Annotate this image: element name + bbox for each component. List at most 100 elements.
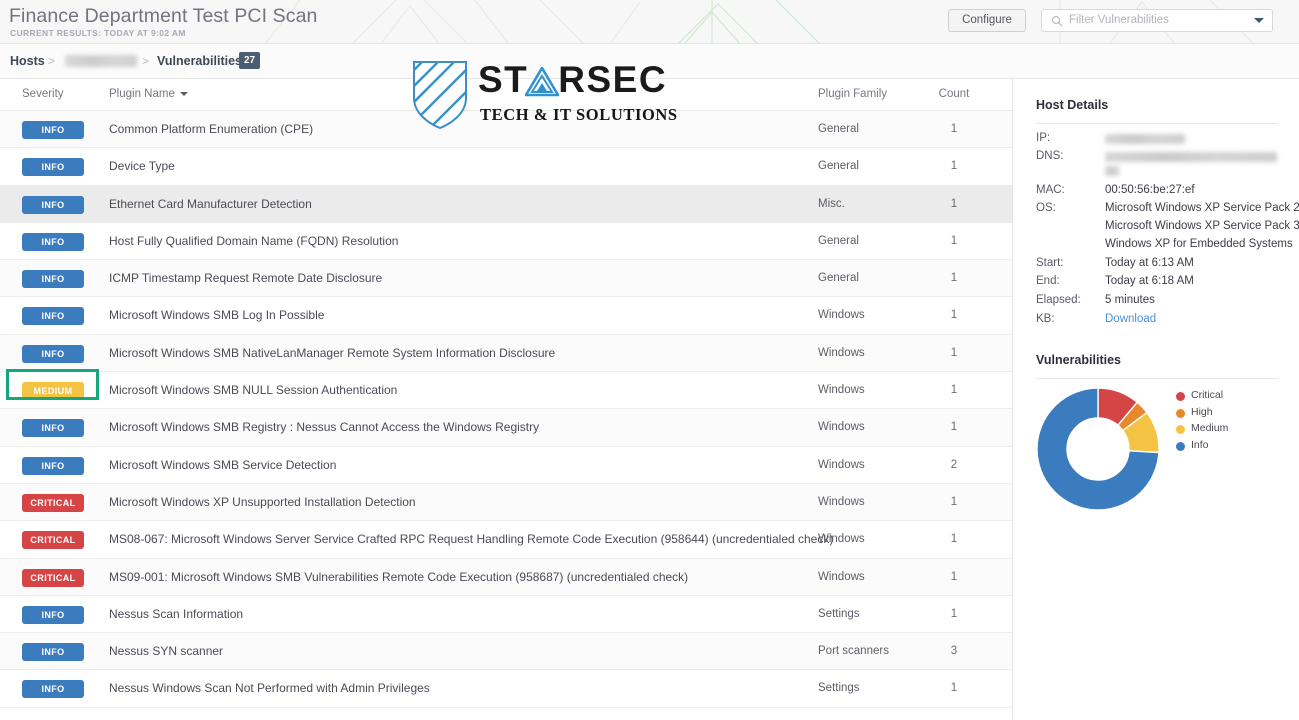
plugin-family-cell: Windows xyxy=(818,495,865,508)
column-header-count[interactable]: Count xyxy=(925,79,983,110)
plugin-family-cell: Windows xyxy=(818,533,865,546)
elapsed-value: 5 minutes xyxy=(1105,294,1155,306)
legend-label-info[interactable]: Info xyxy=(1191,439,1209,451)
plugin-name-cell[interactable]: Nessus Scan Information xyxy=(109,596,243,633)
table-row[interactable]: INFO Nessus SYN scanner Port scanners 3 xyxy=(0,633,1012,671)
count-cell: 1 xyxy=(950,682,958,695)
plugin-family-cell: Windows xyxy=(818,458,865,471)
count-cell: 1 xyxy=(950,272,958,285)
table-row[interactable]: INFO Nessus Windows Scan Not Performed wi… xyxy=(0,670,1012,708)
legend-label-critical[interactable]: Critical xyxy=(1191,389,1223,401)
table-row[interactable]: INFO ICMP Timestamp Request Remote Date D… xyxy=(0,260,1012,298)
legend-dot-medium xyxy=(1176,425,1185,434)
severity-badge-critical: CRITICAL xyxy=(22,531,84,550)
column-header-plugin-name[interactable]: Plugin Name xyxy=(109,79,188,110)
filter-vulnerabilities-input[interactable]: Filter Vulnerabilities xyxy=(1041,9,1273,32)
dns-label: DNS: xyxy=(1036,150,1064,162)
plugin-name-cell[interactable]: MS08-067: Microsoft Windows Server Servi… xyxy=(109,521,833,558)
severity-badge-info: INFO xyxy=(22,307,84,326)
plugin-name-cell[interactable]: Common Platform Enumeration (CPE) xyxy=(109,111,313,148)
table-row[interactable]: INFO Common Platform Enumeration (CPE) Gen… xyxy=(0,111,1012,149)
ip-label: IP: xyxy=(1036,132,1051,144)
plugin-name-cell[interactable]: Nessus SYN scanner xyxy=(109,633,223,670)
plugin-name-cell[interactable]: Microsoft Windows SMB Service Detection xyxy=(109,447,336,484)
table-row[interactable]: INFO Nessus Scan Information Settings 1 xyxy=(0,595,1012,634)
severity-badge-info: INFO xyxy=(22,456,84,475)
plugin-name-cell[interactable]: Microsoft Windows SMB Log In Possible xyxy=(109,297,324,334)
legend-dot-info xyxy=(1176,441,1185,451)
filter-placeholder-text: Filter Vulnerabilities xyxy=(1069,14,1169,26)
table-row[interactable]: INFO Host Fully Qualified Domain Name (FQ… xyxy=(0,222,1012,261)
vulnerabilities-panel-divider xyxy=(1036,378,1278,379)
severity-badge-info: INFO xyxy=(22,232,84,251)
dns-value-redacted-line2 xyxy=(1105,166,1119,176)
count-cell: 1 xyxy=(950,495,958,508)
table-row[interactable]: INFO Ethernet Card Manufacturer Detection… xyxy=(0,185,1012,223)
table-row[interactable]: INFO Microsoft Windows SMB Registry : Nes… xyxy=(0,409,1012,447)
severity-badge-info: INFO xyxy=(22,121,84,139)
plugin-family-cell: Windows xyxy=(818,309,865,322)
kb-download-link[interactable]: Download xyxy=(1105,313,1156,325)
table-row[interactable]: CRITICAL MS09-001: Microsoft Windows SMB … xyxy=(0,558,1012,596)
page-title: Finance Department Test PCI Scan xyxy=(9,5,318,27)
severity-badge-info: INFO xyxy=(22,419,84,438)
count-cell: 1 xyxy=(950,384,958,397)
table-row[interactable]: INFO Microsoft Windows SMB NativeLanManag… xyxy=(0,334,1012,373)
legend-label-medium[interactable]: Medium xyxy=(1191,422,1228,434)
breadcrumb-item-host-redacted[interactable] xyxy=(65,55,137,67)
plugin-family-cell: General xyxy=(818,160,859,173)
breadcrumb-separator-1: > xyxy=(48,54,56,68)
table-row[interactable]: CRITICAL MS08-067: Microsoft Windows Serv… xyxy=(0,521,1012,559)
severity-badge-critical: CRITICAL xyxy=(22,568,84,587)
end-label: End: xyxy=(1036,275,1060,287)
legend-label-high[interactable]: High xyxy=(1191,406,1213,418)
chevron-down-icon[interactable] xyxy=(1254,18,1264,23)
column-header-severity[interactable]: Severity xyxy=(22,79,64,110)
count-cell: 1 xyxy=(950,123,958,135)
table-row[interactable]: INFO Microsoft Windows SMB Service Detect… xyxy=(0,446,1012,484)
severity-badge-info: INFO xyxy=(22,344,84,363)
column-header-plugin-family[interactable]: Plugin Family xyxy=(818,79,887,110)
table-row[interactable]: INFO Microsoft Windows SMB Log In Possibl… xyxy=(0,297,1012,335)
plugin-family-cell: Settings xyxy=(818,607,860,620)
start-value: Today at 6:13 AM xyxy=(1105,257,1194,269)
plugin-name-cell[interactable]: Microsoft Windows SMB NULL Session Authe… xyxy=(109,372,397,409)
table-row[interactable]: MEDIUM Microsoft Windows SMB NULL Session… xyxy=(0,369,1012,410)
configure-button[interactable]: Configure xyxy=(948,9,1026,32)
plugin-name-cell[interactable]: MS09-001: Microsoft Windows SMB Vulnerab… xyxy=(109,559,688,596)
plugin-family-cell: Windows xyxy=(818,384,865,397)
dns-value-redacted-line1 xyxy=(1105,152,1277,162)
breadcrumb-item-vulnerabilities[interactable]: Vulnerabilities xyxy=(157,44,242,78)
severity-badge-info: INFO xyxy=(22,158,84,177)
table-row[interactable]: CRITICAL Microsoft Windows XP Unsupported… xyxy=(0,483,1012,522)
plugin-name-cell[interactable]: Host Fully Qualified Domain Name (FQDN) … xyxy=(109,223,398,260)
plugin-family-cell: Port scanners xyxy=(818,645,889,658)
plugin-name-cell[interactable]: Ethernet Card Manufacturer Detection xyxy=(109,186,312,223)
plugin-family-cell: General xyxy=(818,234,859,247)
os-value-line1: Microsoft Windows XP Service Pack 2 xyxy=(1105,202,1299,214)
count-cell: 3 xyxy=(950,645,958,658)
plugin-family-cell: General xyxy=(818,272,859,285)
sort-descending-icon xyxy=(179,91,188,96)
scan-results-page: Finance Department Test PCI Scan CURRENT… xyxy=(0,0,1299,720)
active-tab-caret-icon xyxy=(185,72,197,78)
scan-results-timestamp: CURRENT RESULTS: TODAY AT 9:02 AM xyxy=(10,28,186,38)
breadcrumb-item-hosts[interactable]: Hosts xyxy=(10,44,45,78)
os-label: OS: xyxy=(1036,202,1056,214)
plugin-family-cell: Windows xyxy=(818,570,865,583)
table-body: INFO Common Platform Enumeration (CPE) Gen… xyxy=(0,111,1012,708)
plugin-family-cell: Windows xyxy=(818,421,865,434)
plugin-name-cell[interactable]: Microsoft Windows SMB NativeLanManager R… xyxy=(109,335,555,372)
table-row[interactable]: INFO Device Type General 1 xyxy=(0,148,1012,186)
count-cell: 2 xyxy=(950,458,958,471)
plugin-family-cell: General xyxy=(818,123,859,135)
severity-badge-info: INFO xyxy=(22,643,84,662)
plugin-name-cell[interactable]: Nessus Windows Scan Not Performed with A… xyxy=(109,670,430,707)
count-cell: 1 xyxy=(950,234,958,247)
plugin-name-cell[interactable]: Device Type xyxy=(109,148,175,185)
plugin-name-cell[interactable]: Microsoft Windows XP Unsupported Install… xyxy=(109,484,416,521)
plugin-name-cell[interactable]: Microsoft Windows SMB Registry : Nessus … xyxy=(109,409,539,446)
plugin-name-cell[interactable]: ICMP Timestamp Request Remote Date Discl… xyxy=(109,260,382,297)
top-header-bar: Finance Department Test PCI Scan CURRENT… xyxy=(0,0,1299,44)
plugin-family-cell: Settings xyxy=(818,682,860,695)
